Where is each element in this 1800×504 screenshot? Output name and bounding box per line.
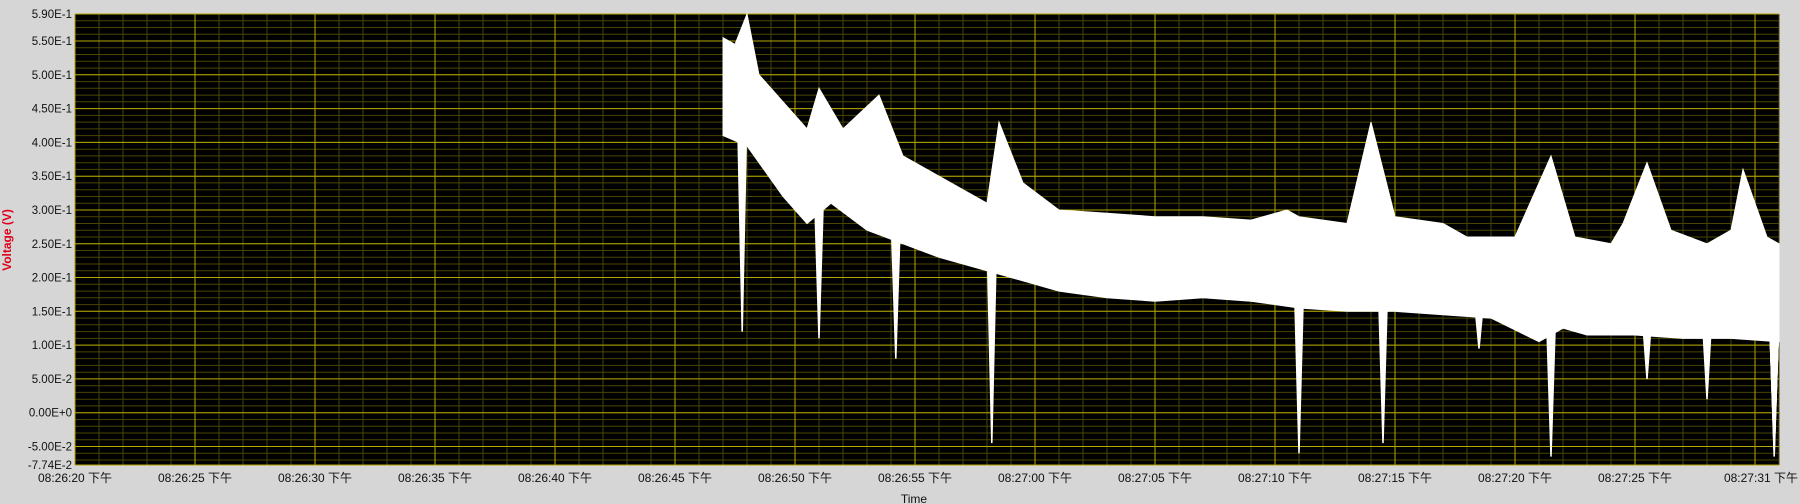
y-axis-label: Voltage (V): [0, 209, 14, 271]
y-tick-label: -5.00E-2: [28, 442, 72, 454]
y-tick-label: 5.90E-1: [32, 9, 72, 21]
x-axis-ticks: 08:26:20 下午 08:26:25 下午 08:26:30 下午 08:26:3…: [38, 471, 1798, 485]
y-tick-label: 3.50E-1: [32, 171, 72, 183]
x-tick-label: 08:27:20 下午: [1478, 471, 1552, 485]
y-tick-label: 1.00E-1: [32, 340, 72, 352]
y-axis-ticks: 5.90E-1 5.50E-1 5.00E-1 4.50E-1 4.00E-1 3.50E…: [28, 9, 72, 472]
y-tick-label: 1.50E-1: [32, 306, 72, 318]
x-tick-label: 08:26:50 下午: [758, 471, 832, 485]
y-tick-label: 3.00E-1: [32, 205, 72, 217]
y-tick-label: 2.00E-1: [32, 273, 72, 285]
x-tick-label: 08:27:15 下午: [1358, 471, 1432, 485]
x-tick-label: 08:26:40 下午: [518, 471, 592, 485]
y-tick-label: 2.50E-1: [32, 239, 72, 251]
x-axis-label: Time: [901, 492, 928, 504]
y-tick-label: 4.00E-1: [32, 137, 72, 149]
x-tick-label: 08:26:25 下午: [158, 471, 232, 485]
x-tick-label: 08:26:55 下午: [878, 471, 952, 485]
x-tick-label: 08:26:20 下午: [38, 471, 112, 485]
x-tick-label: 08:27:00 下午: [998, 471, 1072, 485]
x-tick-label: 08:27:25 下午: [1598, 471, 1672, 485]
x-tick-label: 08:26:30 下午: [278, 471, 352, 485]
x-tick-label: 08:27:31 下午: [1724, 471, 1798, 485]
x-tick-label: 08:27:10 下午: [1238, 471, 1312, 485]
x-tick-label: 08:27:05 下午: [1118, 471, 1192, 485]
waveform-chart: 5.90E-1 5.50E-1 5.00E-1 4.50E-1 4.00E-1 3.50E…: [0, 9, 1798, 504]
x-tick-label: 08:26:45 下午: [638, 471, 712, 485]
y-tick-label: 0.00E+0: [29, 408, 72, 420]
y-tick-label: 4.50E-1: [32, 104, 72, 116]
y-tick-label: 5.50E-1: [32, 36, 72, 48]
y-tick-label: 5.00E-1: [32, 70, 72, 82]
x-tick-label: 08:26:35 下午: [398, 471, 472, 485]
y-tick-label: 5.00E-2: [32, 374, 72, 386]
chart-frame: 5.90E-1 5.50E-1 5.00E-1 4.50E-1 4.00E-1 3.50E…: [0, 0, 1800, 504]
